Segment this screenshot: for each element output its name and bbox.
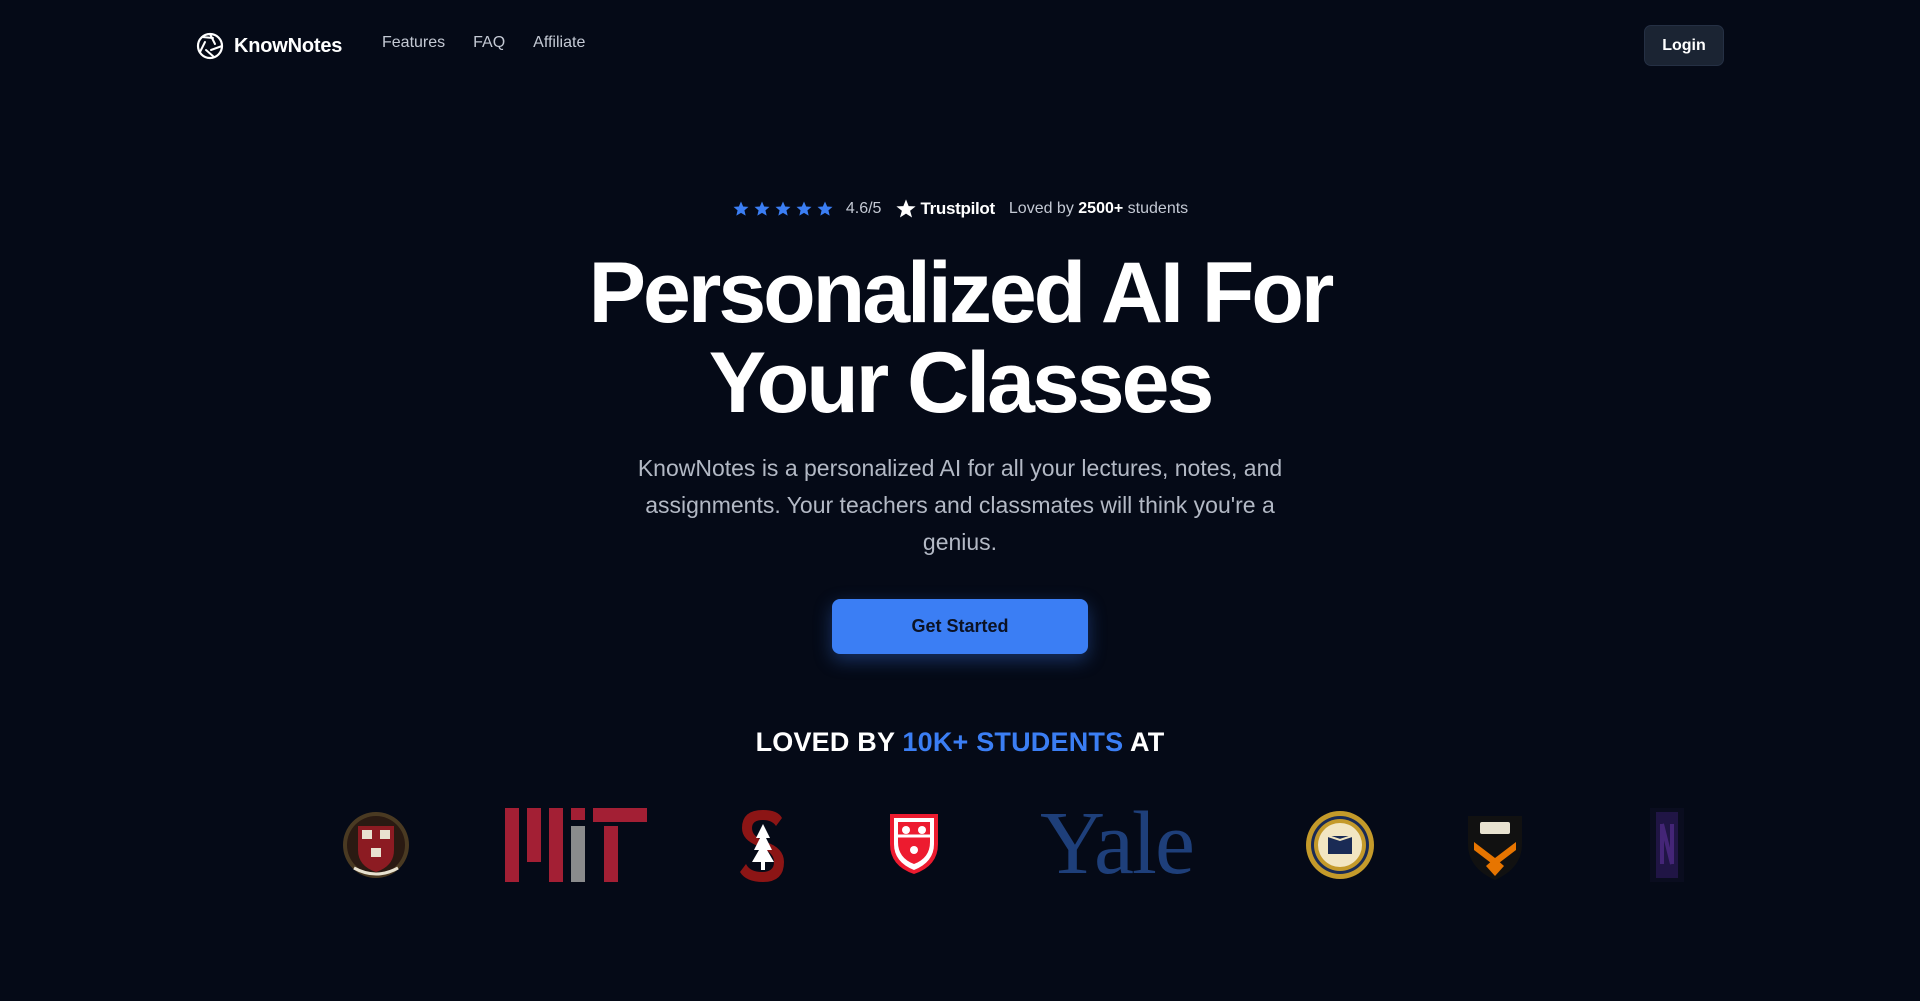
northwestern-logo [1650,808,1684,882]
aperture-icon [196,32,224,60]
star-icon [817,201,833,216]
star-icon [775,201,791,216]
princeton-shield-logo [1468,816,1522,880]
rating-score: 4.6/5 [845,200,882,217]
nav-links: Features FAQ Affiliate [382,34,585,52]
nav-link-faq[interactable]: FAQ [473,34,505,52]
loved-prefix: Loved by [1008,200,1074,217]
star-rating [732,200,834,218]
stanford-logo [740,810,784,882]
brand-logo-link[interactable]: KnowNotes [196,30,342,62]
star-icon [754,201,770,216]
mcgill-crest-logo [890,814,938,874]
nav-link-affiliate[interactable]: Affiliate [533,34,585,52]
yale-logo: Yale [1040,794,1195,893]
star-icon [733,201,749,216]
hero-title-line-2: Your Classes [708,335,1215,431]
top-nav: KnowNotes Features FAQ Affiliate Login [0,0,1920,92]
uc-berkeley-seal-logo [1306,811,1374,879]
harvard-crest-logo [343,812,409,878]
trustpilot-star-icon [896,199,917,218]
rating-bar: 4.6/5 Trustpilot Loved by 2500+ students [0,198,1920,220]
hero-subtitle: KnowNotes is a personalized AI for all y… [637,455,1283,555]
trustpilot-name: Trustpilot [920,199,995,218]
university-logos: Yale [0,794,1920,893]
nav-link-features[interactable]: Features [382,34,445,52]
star-icon [796,201,812,216]
trustpilot-logo: Trustpilot [895,198,995,220]
loved-suffix: students [1127,200,1189,217]
loved-by-students: Loved by 2500+ students [1009,200,1188,218]
login-button[interactable]: Login [1644,25,1724,66]
social-proof-suffix: AT [1130,727,1165,757]
social-proof-heading: LOVED BY 10K+ STUDENTS AT [0,727,1920,758]
mit-logo [505,808,647,882]
brand-name: KnowNotes [234,34,343,57]
social-proof-prefix: LOVED BY [755,727,895,757]
social-proof-highlight: 10K+ STUDENTS [902,727,1124,757]
hero-title-line-1: Personalized AI For [588,245,1335,341]
loved-count: 2500+ [1078,200,1124,217]
hero-title: Personalized AI For Your Classes [0,248,1920,428]
get-started-button[interactable]: Get Started [832,599,1088,654]
